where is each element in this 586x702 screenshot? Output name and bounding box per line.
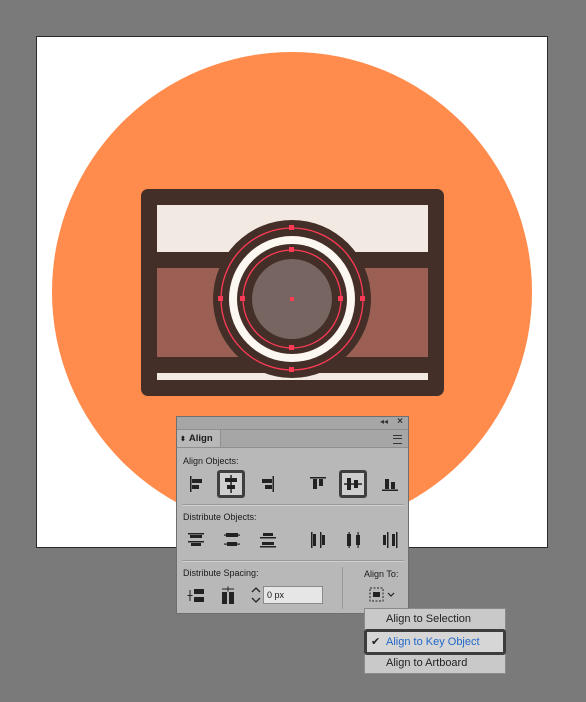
panel-menu-icon[interactable] [393,435,402,444]
vertical-align-top-icon [310,477,326,489]
checkmark-icon: ✔ [371,636,381,648]
vertical-distribute-center-icon [224,533,240,546]
panel-titlebar[interactable]: ◂◂ × [177,416,408,430]
align-to-key-object-icon [369,587,395,602]
vertical-align-center-button[interactable] [339,470,367,498]
spacing-stepper[interactable] [249,584,263,606]
align-to-dropdown: Align to Selection ✔ Align to Key Object… [364,608,506,674]
horizontal-distribute-left-icon [311,532,325,548]
horizontal-distribute-space-icon [222,586,234,604]
horizontal-distribute-left-button[interactable] [307,529,329,551]
spacing-input[interactable]: 0 px [263,586,323,604]
tab-arrows-icon[interactable]: ⬍ [180,436,186,443]
vertical-align-top-button[interactable] [307,473,329,495]
horizontal-distribute-right-button[interactable] [379,529,401,551]
align-to-key-object-item[interactable]: ✔ Align to Key Object [364,629,506,655]
align-panel: ◂◂ × ⬍ Align Align Objects: Distribute Ob… [176,416,409,614]
vertical-distribute-bottom-button[interactable] [257,529,279,551]
distribute-objects-label: Distribute Objects: [183,512,257,522]
panel-tab-row: ⬍ Align [177,430,408,448]
vertical-distribute-space-button[interactable] [185,585,207,607]
tab-align[interactable]: ⬍ Align [177,430,221,447]
section-divider [182,560,404,562]
horizontal-distribute-right-icon [383,532,398,548]
horizontal-align-right-button[interactable] [257,473,279,495]
horizontal-distribute-center-button[interactable] [343,529,365,551]
horizontal-align-right-icon [262,476,274,492]
double-chevron-left-icon[interactable]: ◂◂ [380,417,388,426]
distribute-spacing-label: Distribute Spacing: [183,568,259,578]
vertical-distribute-space-icon [187,589,204,602]
section-divider [182,504,404,506]
stepper-arrows-icon [251,587,261,603]
horizontal-distribute-space-button[interactable] [217,585,239,607]
vertical-align-bottom-icon [382,479,398,491]
align-to-selection-label: Align to Selection [386,613,471,625]
align-to-key-object-label: Align to Key Object [386,636,480,648]
horizontal-align-left-button[interactable] [185,473,207,495]
tab-align-label: Align [188,433,213,444]
horizontal-align-center-icon [225,475,237,493]
align-to-button[interactable] [366,584,400,606]
align-to-label: Align To: [364,569,399,579]
vertical-distribute-center-button[interactable] [221,529,243,551]
align-to-artboard-label: Align to Artboard [386,657,468,669]
vertical-align-center-icon [344,478,362,490]
close-icon[interactable]: × [397,416,403,427]
horizontal-align-center-button[interactable] [217,470,245,498]
vertical-distribute-bottom-icon [260,533,276,548]
vertical-align-bottom-button[interactable] [379,473,401,495]
align-to-artboard-item[interactable]: Align to Artboard [365,653,505,674]
horizontal-align-left-icon [190,476,202,492]
align-to-selection-item[interactable]: Align to Selection [365,609,505,630]
horizontal-distribute-center-icon [347,532,360,548]
vertical-distribute-top-icon [188,533,204,546]
align-objects-label: Align Objects: [183,456,239,466]
vertical-distribute-top-button[interactable] [185,529,207,551]
section-divider-vertical [342,567,343,609]
